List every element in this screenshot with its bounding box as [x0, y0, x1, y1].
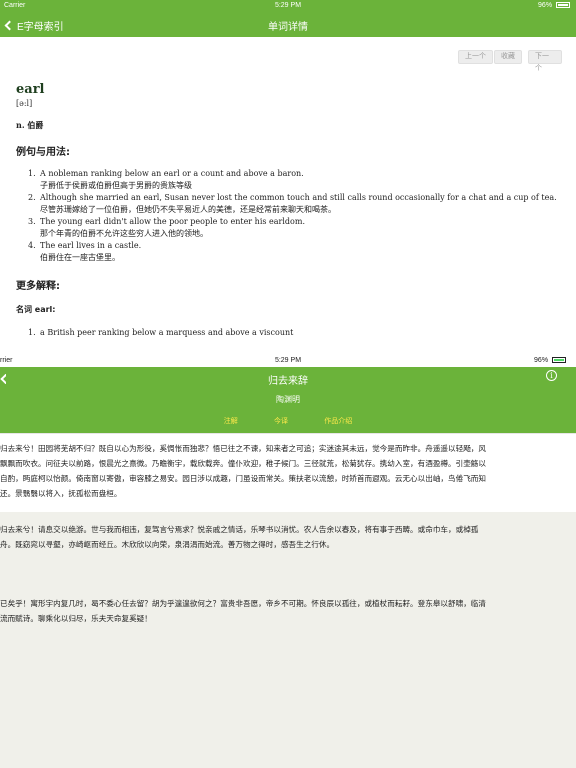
battery-icon-2 [552, 357, 566, 364]
previous-button[interactable]: 上一个 [458, 50, 493, 64]
example-number: 1. [28, 169, 36, 178]
divider [0, 433, 576, 434]
poem-line: 飘飘而吹衣。问征夫以前路，恨晨光之熹微。乃瞻衡宇，载欣载奔。僮仆欢迎，稚子候门。… [0, 459, 486, 468]
poem-line: 还。景翳翳以将入，抚孤松而盘桓。 [0, 489, 122, 498]
tab-introduction[interactable]: 作品介绍 [324, 416, 352, 426]
poem-paragraph-1: 归去来兮！田园将芜胡不归？既自以心为形役，奚惆怅而独悲？悟已往之不谏，知来者之可… [0, 441, 576, 501]
example-item: 1. A nobleman ranking below an earl or a… [28, 168, 557, 192]
page-title: 单词详情 [268, 22, 308, 33]
definition-text: a British peer ranking below a marquess … [40, 328, 294, 337]
example-item: 3. The young earl didn't allow the poor … [28, 216, 557, 240]
headword: earl [16, 82, 45, 97]
word-detail-card: 上一个 收藏 下一个 earl [ə:l] n. 伯爵 例句与用法: 1. A … [8, 42, 562, 362]
next-button[interactable]: 下一个 [528, 50, 562, 72]
example-english: Although she married an earl, Susan neve… [40, 193, 557, 202]
poem-header: 归去来辞 i 陶渊明 注解 今译 作品介绍 [0, 367, 576, 433]
battery-percent-2: 96% [534, 357, 549, 364]
poem-tabs: 注解 今译 作品介绍 [0, 416, 576, 426]
part-of-speech: n. 伯爵 [16, 120, 44, 130]
poem-line: 流而赋诗。聊乘化以归尽，乐夫天命复奚疑！ [0, 614, 152, 623]
battery-icon [556, 2, 570, 9]
status-bar: Carrier 5:29 PM 96% [0, 0, 576, 13]
example-number: 4. [28, 241, 36, 250]
status-time: 5:29 PM [274, 2, 302, 9]
example-item: 2. Although she married an earl, Susan n… [28, 192, 557, 216]
poem-line: 舟。既窈窕以寻壑，亦崎岖而经丘。木欣欣以向荣，泉涓涓而始流。善万物之得时，感吾生… [0, 540, 335, 549]
battery-indicator-2: 96% [534, 357, 566, 364]
definitions-list: 1. a British peer ranking below a marque… [28, 328, 293, 337]
favorite-button[interactable]: 收藏 [494, 50, 522, 64]
poem-paragraph-2: 归去来兮！请息交以绝游。世与我而相违，复驾言兮焉求？悦亲戚之情话，乐琴书以消忧。… [0, 522, 576, 552]
example-chinese: 尽管苏珊嫁给了一位伯爵，但她仍不失平易近人的美德，还是经常前来聊天和喝茶。 [40, 205, 336, 214]
poem-author: 陶渊明 [276, 395, 300, 404]
noun-heading: 名词 earl: [16, 305, 56, 314]
poem-line: 自酌，眄庭柯以怡颜。倚南窗以寄傲，审容膝之易安。园日涉以成趣，门虽设而常关。策扶… [0, 474, 486, 483]
definition-number: 1. [28, 328, 36, 337]
status-bar-2: rrier 5:29 PM 96% [0, 355, 576, 367]
example-english: A nobleman ranking below an earl or a co… [40, 169, 304, 178]
battery-indicator: 96% [538, 2, 570, 9]
example-number: 2. [28, 193, 36, 202]
example-number: 3. [28, 217, 36, 226]
example-chinese: 那个年青的伯爵不允许这些穷人进入他的领地。 [40, 229, 208, 238]
poem-line: 归去来兮！田园将芜胡不归？既自以心为形役，奚惆怅而独悲？悟已往之不谏，知来者之可… [0, 444, 486, 453]
poem-title: 归去来辞 [268, 376, 308, 387]
example-chinese: 子爵低于侯爵或伯爵但高于男爵的贵族等级 [40, 181, 192, 190]
info-icon[interactable]: i [546, 370, 557, 381]
example-chinese: 伯爵住在一座古堡里。 [40, 253, 120, 262]
poem-line: 已矣乎！寓形宇内复几时，曷不委心任去留？胡为乎遑遑欲何之？富贵非吾愿，帝乡不可期… [0, 599, 486, 608]
example-english: The young earl didn't allow the poor peo… [40, 217, 305, 226]
status-time-2: 5:29 PM [274, 357, 302, 364]
tab-translation[interactable]: 今译 [274, 416, 288, 426]
navigation-bar: E字母索引 单词详情 [0, 13, 576, 37]
examples-heading: 例句与用法: [16, 147, 70, 158]
poem-paragraph-3: 已矣乎！寓形宇内复几时，曷不委心任去留？胡为乎遑遑欲何之？富贵非吾愿，帝乡不可期… [0, 596, 576, 626]
battery-percent: 96% [538, 2, 553, 9]
examples-list: 1. A nobleman ranking below an earl or a… [28, 168, 557, 264]
definition-item: 1. a British peer ranking below a marque… [28, 328, 293, 337]
more-heading: 更多解释: [16, 281, 60, 292]
example-english: The earl lives in a castle. [40, 241, 142, 250]
tab-annotation[interactable]: 注解 [224, 416, 238, 426]
example-item: 4. The earl lives in a castle. 伯爵住在一座古堡里… [28, 240, 557, 264]
poem-line: 归去来兮！请息交以绝游。世与我而相违，复驾言兮焉求？悦亲戚之情话，乐琴书以消忧。… [0, 525, 479, 534]
phonetic: [ə:l] [16, 99, 33, 108]
